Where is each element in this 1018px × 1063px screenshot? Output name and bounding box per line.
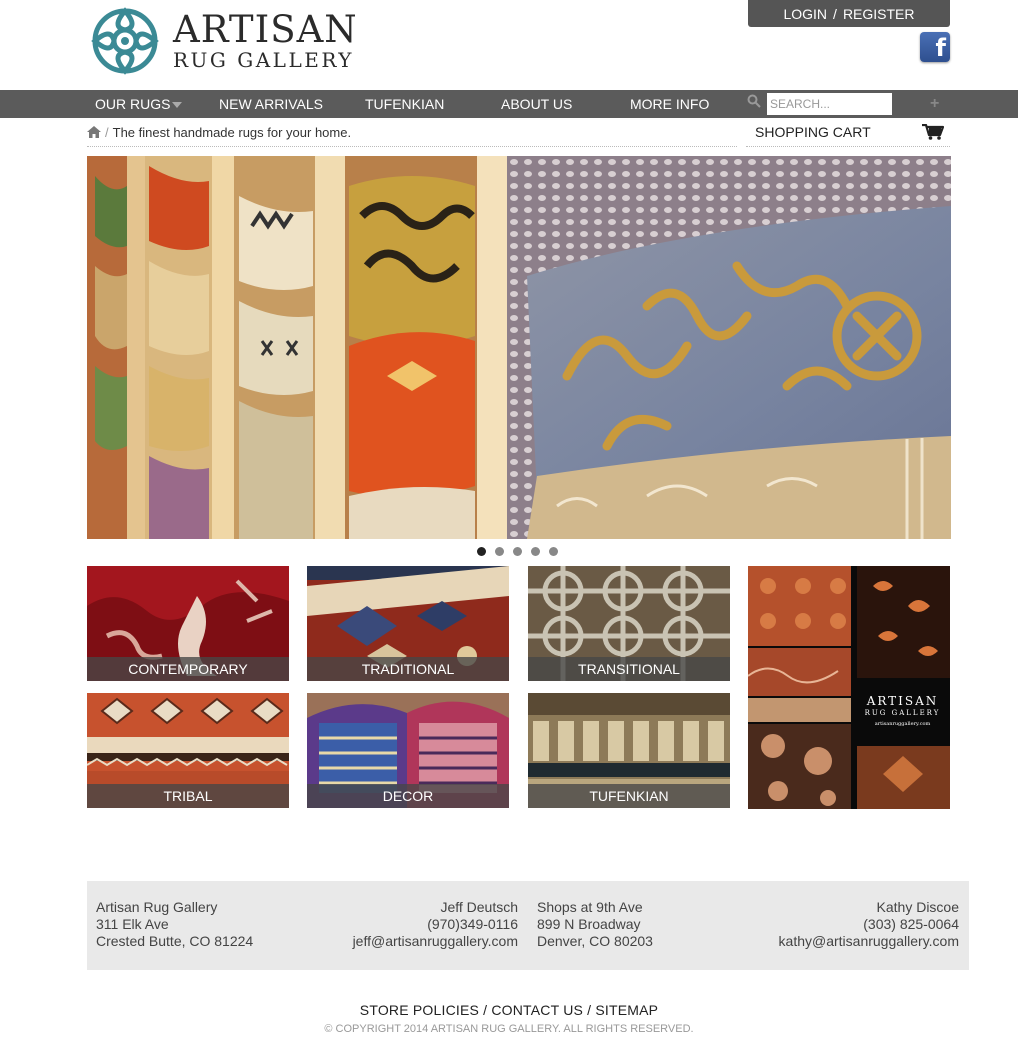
store-street: 899 N Broadway bbox=[537, 916, 641, 932]
sitemap-link[interactable]: SITEMAP bbox=[595, 1002, 658, 1018]
copyright-text: © COPYRIGHT 2014 ARTISAN RUG GALLERY. AL… bbox=[324, 1023, 694, 1035]
slider-dot[interactable] bbox=[495, 547, 504, 556]
home-icon[interactable] bbox=[87, 126, 101, 138]
slider-dot[interactable] bbox=[531, 547, 540, 556]
contact-jeff: Jeff Deutsch (970)349-0116 jeff@artisanr… bbox=[353, 899, 518, 950]
site-logo[interactable]: ARTISAN RUG GALLERY bbox=[87, 3, 367, 78]
category-tile-transitional[interactable]: TRANSITIONAL bbox=[528, 566, 730, 681]
store-city: Denver, CO 80203 bbox=[537, 933, 653, 949]
promo-url: artisanruggallery.com bbox=[874, 721, 931, 727]
breadcrumb: / The finest handmade rugs for your home… bbox=[87, 118, 737, 147]
store-denver: Shops at 9th Ave 899 N Broadway Denver, … bbox=[537, 899, 653, 950]
contact-name: Kathy Discoe bbox=[876, 899, 959, 915]
chevron-down-icon bbox=[172, 102, 183, 109]
slider-dot[interactable] bbox=[549, 547, 558, 556]
contact-phone[interactable]: (970)349-0116 bbox=[353, 916, 518, 933]
contact-email[interactable]: kathy@artisanruggallery.com bbox=[779, 933, 959, 950]
category-tile-tufenkian[interactable]: TUFENKIAN bbox=[528, 693, 730, 808]
store-policies-link[interactable]: STORE POLICIES bbox=[360, 1002, 479, 1018]
store-street: 311 Elk Ave bbox=[96, 916, 169, 932]
account-separator: / bbox=[833, 5, 837, 22]
category-tile-contemporary[interactable]: CONTEMPORARY bbox=[87, 566, 289, 681]
promo-collage-image bbox=[748, 566, 950, 809]
login-link[interactable]: LOGIN bbox=[783, 6, 827, 22]
shopping-cart-link[interactable]: SHOPPING CART bbox=[746, 118, 950, 147]
plus-icon[interactable]: + bbox=[930, 90, 939, 118]
cart-label: SHOPPING CART bbox=[755, 124, 871, 140]
contact-phone[interactable]: (303) 825-0064 bbox=[779, 916, 959, 933]
nav-our-rugs[interactable]: OUR RUGS bbox=[95, 90, 183, 118]
contact-us-link[interactable]: CONTACT US bbox=[491, 1002, 583, 1018]
nav-our-rugs-label: OUR RUGS bbox=[95, 96, 171, 112]
slider-dot[interactable] bbox=[477, 547, 486, 556]
store-name: Artisan Rug Gallery bbox=[96, 899, 218, 915]
category-tile-tribal[interactable]: TRIBAL bbox=[87, 693, 289, 808]
category-label: CONTEMPORARY bbox=[87, 657, 289, 681]
contact-kathy: Kathy Discoe (303) 825-0064 kathy@artisa… bbox=[779, 899, 959, 950]
footer-link-separator: / bbox=[587, 1002, 592, 1018]
search-icon[interactable] bbox=[747, 94, 761, 108]
logo-subtitle: RUG GALLERY bbox=[173, 48, 354, 72]
promo-subtitle: RUG GALLERY bbox=[864, 709, 941, 717]
cart-icon bbox=[922, 124, 944, 140]
nav-more-info[interactable]: MORE INFO bbox=[630, 90, 709, 118]
tagline: The finest handmade rugs for your home. bbox=[112, 124, 352, 140]
promo-banner[interactable]: ARTISAN RUG GALLERY artisanruggallery.co… bbox=[748, 566, 950, 809]
facebook-glyph: f bbox=[935, 34, 946, 62]
footer-links: STORE POLICIES / CONTACT US / SITEMAP bbox=[0, 1002, 1018, 1018]
nav-tufenkian[interactable]: TUFENKIAN bbox=[365, 90, 444, 118]
category-label: DECOR bbox=[307, 784, 509, 808]
search-input[interactable] bbox=[767, 93, 892, 115]
category-tile-decor[interactable]: DECOR bbox=[307, 693, 509, 808]
main-nav: OUR RUGS NEW ARRIVALS TUFENKIAN ABOUT US… bbox=[0, 90, 1018, 118]
category-label: TRIBAL bbox=[87, 784, 289, 808]
category-label: TUFENKIAN bbox=[528, 784, 730, 808]
hero-slide-image[interactable] bbox=[87, 156, 951, 539]
facebook-icon[interactable]: f bbox=[920, 32, 950, 62]
footer-link-separator: / bbox=[483, 1002, 488, 1018]
breadcrumb-separator: / bbox=[105, 124, 109, 140]
category-label: TRANSITIONAL bbox=[528, 657, 730, 681]
footer-contacts: Artisan Rug Gallery 311 Elk Ave Crested … bbox=[87, 881, 969, 970]
promo-title: ARTISAN bbox=[866, 694, 939, 708]
category-label: TRADITIONAL bbox=[307, 657, 509, 681]
nav-about-us[interactable]: ABOUT US bbox=[501, 90, 572, 118]
contact-email[interactable]: jeff@artisanruggallery.com bbox=[353, 933, 518, 950]
slider-pagination bbox=[477, 547, 558, 556]
store-crested-butte: Artisan Rug Gallery 311 Elk Ave Crested … bbox=[96, 899, 253, 950]
slider-dot[interactable] bbox=[513, 547, 522, 556]
logo-title: ARTISAN bbox=[173, 8, 358, 51]
register-link[interactable]: REGISTER bbox=[843, 6, 915, 22]
category-tile-traditional[interactable]: TRADITIONAL bbox=[307, 566, 509, 681]
nav-new-arrivals[interactable]: NEW ARRIVALS bbox=[219, 90, 323, 118]
store-city: Crested Butte, CO 81224 bbox=[96, 933, 254, 949]
logo-emblem-icon bbox=[91, 6, 159, 75]
store-name: Shops at 9th Ave bbox=[537, 899, 643, 915]
account-bar: LOGIN / REGISTER bbox=[748, 0, 950, 27]
contact-name: Jeff Deutsch bbox=[440, 899, 518, 915]
